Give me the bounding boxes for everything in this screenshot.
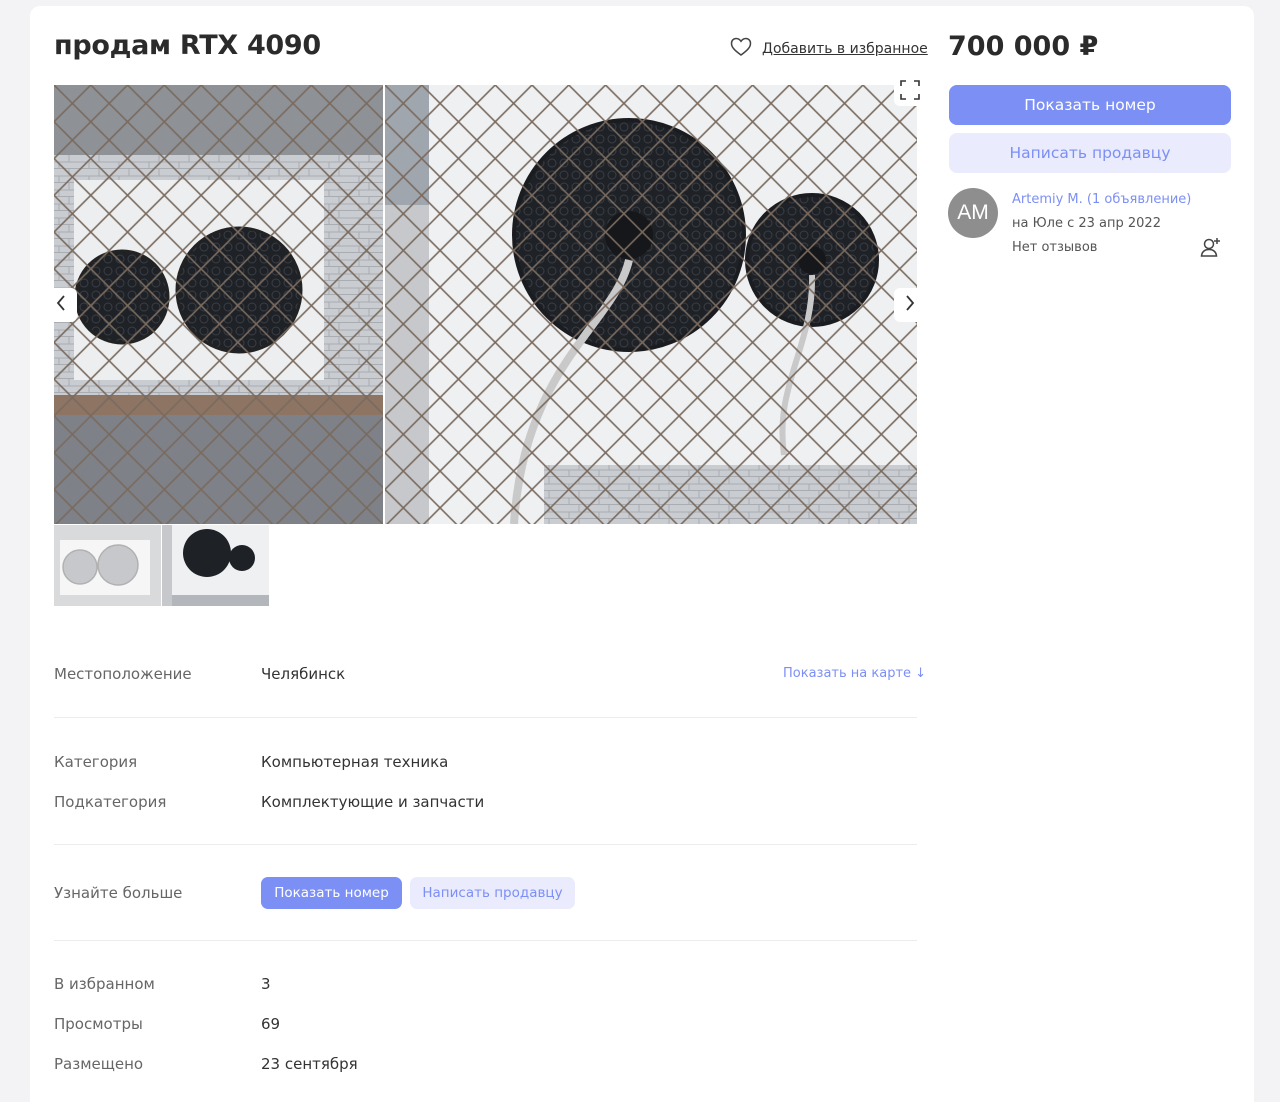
subcategory-label: Подкатегория [54, 793, 167, 811]
divider [54, 844, 917, 845]
fullscreen-button[interactable] [894, 78, 926, 106]
seller-since: на Юле с 23 апр 2022 [1012, 216, 1161, 231]
photo-thumbnail[interactable] [162, 525, 269, 606]
previous-photo-button[interactable] [45, 288, 77, 322]
add-to-favorites-link[interactable]: Добавить в избранное [730, 37, 928, 61]
seller-avatar[interactable]: AM [948, 188, 998, 238]
posted-label: Размещено [54, 1055, 144, 1073]
location-value: Челябинск [261, 665, 346, 683]
expand-icon [900, 80, 920, 104]
divider [54, 717, 917, 718]
add-to-favorites-label: Добавить в избранное [762, 41, 928, 57]
seller-name-link[interactable]: Artemiy M. (1 объявление) [1012, 192, 1191, 207]
chevron-right-icon [904, 294, 916, 316]
posted-value: 23 сентября [261, 1055, 358, 1073]
location-label: Местоположение [54, 665, 192, 683]
divider [54, 940, 917, 941]
seller-reviews: Нет отзывов [1012, 240, 1098, 255]
show-on-map-link[interactable]: Показать на карте ↓ [783, 666, 926, 681]
main-photo[interactable] [54, 85, 917, 524]
price: 700 000 ₽ [948, 31, 1099, 62]
photo-thumbnail[interactable] [54, 525, 161, 606]
category-value: Компьютерная техника [261, 753, 449, 771]
show-number-button-inline[interactable]: Показать номер [261, 877, 402, 909]
subscribe-seller-button[interactable] [1198, 236, 1224, 262]
favorites-count-label: В избранном [54, 975, 155, 993]
message-seller-button-inline[interactable]: Написать продавцу [410, 877, 575, 909]
subcategory-value: Комплектующие и запчасти [261, 793, 485, 811]
category-label: Категория [54, 753, 138, 771]
show-number-button[interactable]: Показать номер [949, 85, 1231, 125]
next-photo-button[interactable] [894, 288, 926, 322]
listing-title: продам RTX 4090 [54, 30, 321, 61]
chevron-left-icon [55, 294, 67, 316]
message-seller-button[interactable]: Написать продавцу [949, 133, 1231, 173]
views-label: Просмотры [54, 1015, 143, 1033]
heart-icon [730, 37, 752, 61]
add-user-icon [1199, 235, 1223, 263]
learn-more-label: Узнайте больше [54, 884, 183, 902]
views-value: 69 [261, 1015, 281, 1033]
favorites-count-value: 3 [261, 975, 271, 993]
